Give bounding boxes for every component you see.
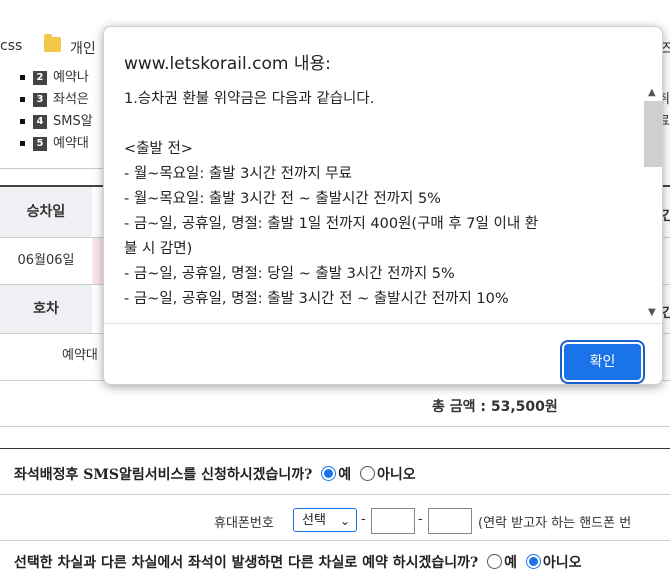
dialog-line: - 금~일, 공휴일, 명절: 당일 ~ 출발 3시간 전까지 5% — [124, 266, 455, 282]
bookmark-personal[interactable]: 개인 — [70, 38, 96, 58]
alert-dialog: www.letskorail.com 내용: 1.승차권 환불 위약금은 다음과… — [103, 26, 663, 385]
chevron-down-icon: ⌄ — [339, 514, 350, 528]
phone-prefix-select[interactable]: 선택 ⌄ — [293, 508, 357, 532]
ok-button[interactable]: 확인 — [564, 344, 641, 380]
notice-item: 2 예약나 — [20, 66, 89, 85]
sms-question: 좌석배정후 SMS알림서비스를 신청하시겠습니까? — [14, 467, 313, 483]
notice-item: 3 좌석은 — [20, 88, 89, 107]
header-date: 승차일 — [0, 187, 92, 237]
divider — [0, 494, 670, 495]
dialog-scrollbar[interactable]: ▲ ▼ — [644, 85, 662, 321]
sms-yes-label[interactable]: 예 — [338, 467, 351, 483]
dialog-title: www.letskorail.com 내용: — [124, 54, 331, 74]
right-fragment: 간 — [662, 306, 670, 321]
bullet-icon — [20, 119, 25, 124]
notice-text: 예약대 — [53, 136, 89, 151]
sms-no-radio[interactable] — [360, 466, 376, 481]
folder-icon — [44, 34, 61, 52]
date-value: 06월06일 — [17, 253, 75, 268]
header-car: 호차 — [0, 285, 92, 333]
right-fragment: 간 — [662, 209, 670, 224]
notice-item: 4 SMS알 — [20, 110, 93, 129]
other-car-yes-label[interactable]: 예 — [504, 555, 517, 571]
bookmark-css[interactable]: css — [0, 38, 22, 54]
section-border — [0, 448, 670, 449]
sms-yes-radio[interactable] — [321, 466, 337, 481]
scroll-down-icon[interactable]: ▼ — [648, 307, 656, 318]
notice-text: 좌석은 — [53, 92, 89, 107]
phone-dash: - — [418, 512, 423, 527]
phone-last-input[interactable] — [428, 508, 472, 534]
notice-number: 3 — [33, 92, 47, 107]
divider — [0, 540, 670, 541]
other-car-no-label[interactable]: 아니오 — [543, 555, 582, 571]
notice-item: 5 예약대 — [20, 132, 89, 151]
dialog-separator — [104, 323, 662, 324]
notice-text: 예약나 — [53, 70, 89, 85]
total-amount: 총 금액 : 53,500원 — [432, 399, 558, 415]
dialog-line: 1.승차권 환불 위약금은 다음과 같습니다. — [124, 91, 375, 107]
phone-middle-input[interactable] — [371, 508, 415, 534]
notice-number: 4 — [33, 114, 47, 129]
dialog-line: - 금~일, 공휴일, 명절: 출발 3시간 전 ~ 출발시간 전까지 10% — [124, 291, 509, 307]
other-car-yes-radio[interactable] — [487, 554, 503, 569]
notice-number: 2 — [33, 70, 47, 85]
phone-dash: - — [361, 512, 366, 527]
phone-label: 휴대폰번호 — [214, 516, 274, 531]
bullet-icon — [20, 75, 25, 80]
other-car-no-radio[interactable] — [525, 554, 541, 569]
dialog-line: - 월~목요일: 출발 3시간 전 ~ 출발시간 전까지 5% — [124, 191, 441, 207]
sms-question-row: 좌석배정후 SMS알림서비스를 신청하시겠습니까? 예 아니오 — [14, 464, 416, 484]
scroll-up-icon[interactable]: ▲ — [648, 87, 656, 98]
bullet-icon — [20, 141, 25, 146]
scroll-thumb[interactable] — [644, 101, 662, 167]
dialog-line: - 금~일, 공휴일, 명절: 출발 1일 전까지 400원(구매 후 7일 이… — [124, 216, 539, 232]
other-car-question-row: 선택한 차실과 다른 차실에서 좌석이 발생하면 다른 차실로 예약 하시겠습니… — [14, 552, 582, 572]
divider — [0, 426, 670, 427]
dialog-line: <출발 전> — [124, 141, 193, 157]
sms-no-label[interactable]: 아니오 — [377, 467, 416, 483]
phone-note: (연락 받고자 하는 핸드폰 번 — [478, 516, 632, 531]
dialog-line: 불 시 감면) — [124, 241, 193, 257]
select-value: 선택 — [302, 513, 326, 528]
other-car-question: 선택한 차실과 다른 차실에서 좌석이 발생하면 다른 차실로 예약 하시겠습니… — [14, 555, 479, 571]
dialog-line: - 월~목요일: 출발 3시간 전까지 무료 — [124, 166, 352, 182]
bullet-icon — [20, 97, 25, 102]
notice-number: 5 — [33, 136, 47, 151]
notice-text: SMS알 — [53, 114, 93, 129]
dialog-message: 1.승차권 환불 위약금은 다음과 같습니다. <출발 전> - 월~목요일: … — [124, 85, 642, 323]
